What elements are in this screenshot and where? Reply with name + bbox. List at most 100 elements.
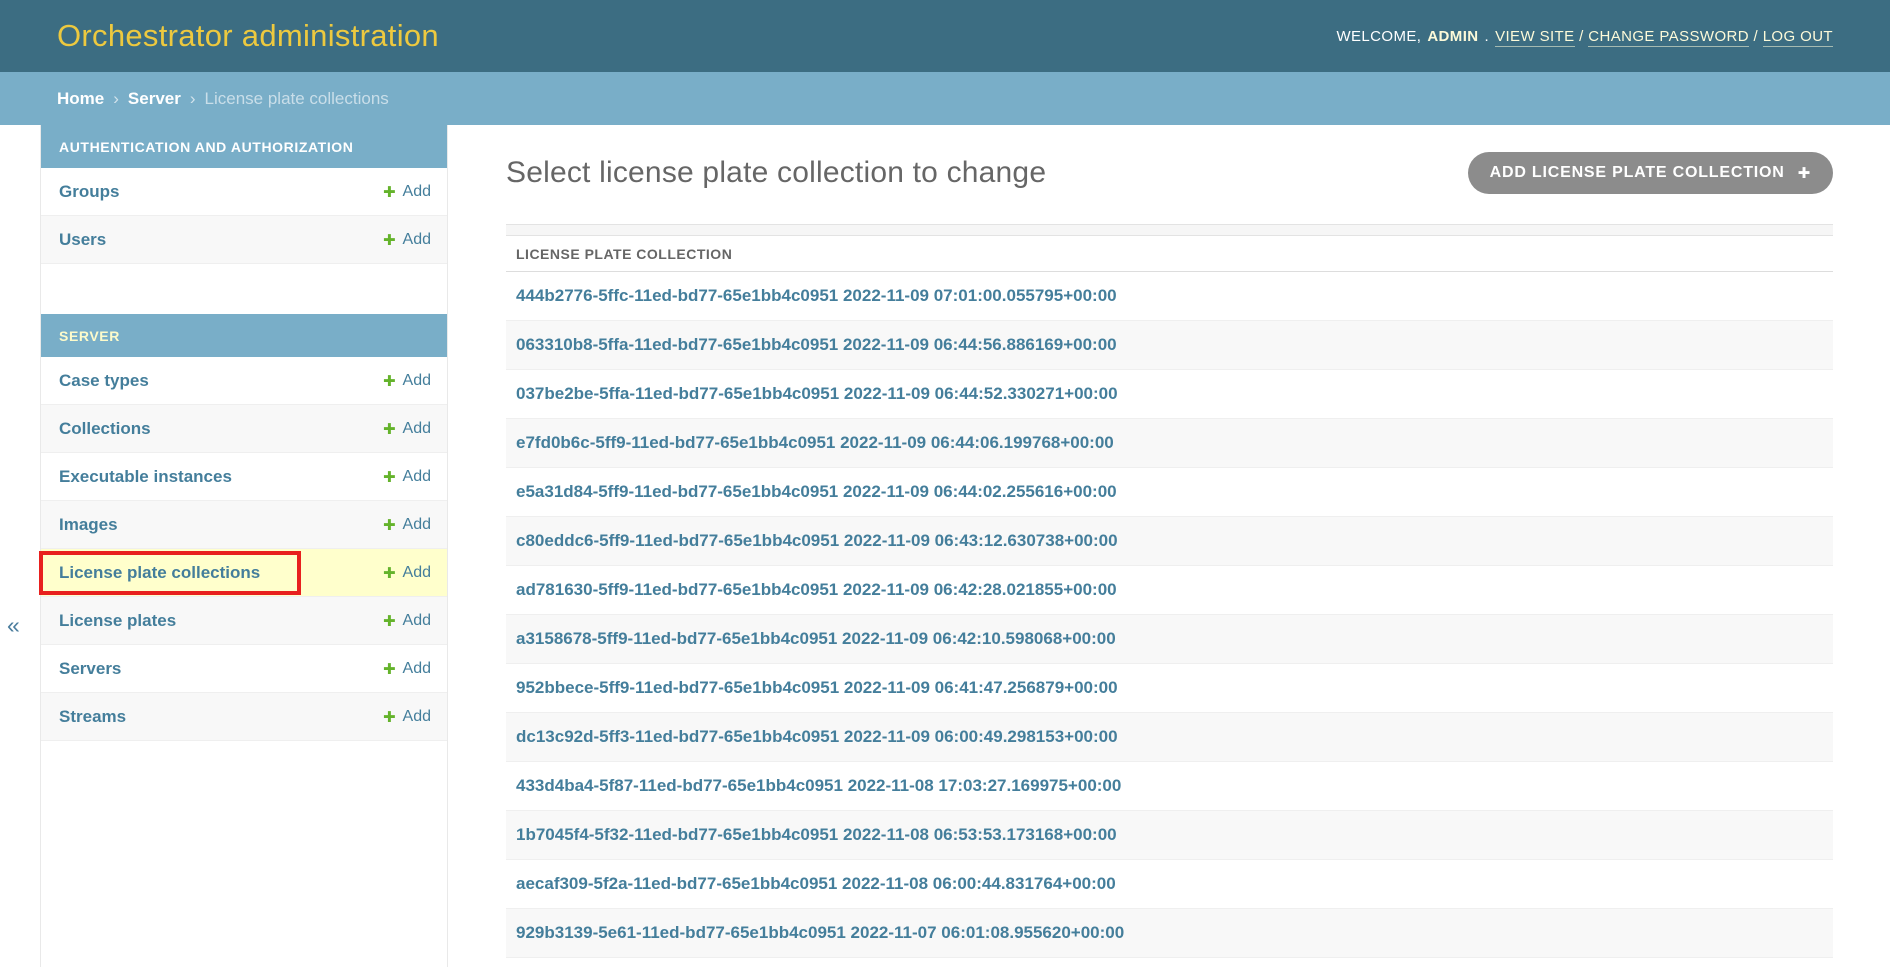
sidebar-model-link-groups[interactable]: Groups <box>59 182 119 202</box>
user-tools-link-change-password[interactable]: CHANGE PASSWORD <box>1588 28 1749 47</box>
add-license-plates-link[interactable]: ✚ Add <box>383 612 431 630</box>
site-title: Orchestrator administration <box>57 18 439 54</box>
add-servers-link[interactable]: ✚ Add <box>383 660 431 678</box>
breadcrumb-link[interactable]: Server <box>128 89 181 109</box>
sidebar-item-servers: Servers ✚ Add <box>41 645 447 693</box>
user-tools-separator: / <box>1575 28 1589 45</box>
column-header: LICENSE PLATE COLLECTION <box>506 236 1833 272</box>
add-case-types-link[interactable]: ✚ Add <box>383 372 431 390</box>
user-tools-link-view-site[interactable]: VIEW SITE <box>1495 28 1574 47</box>
add-license-plate-collections-link[interactable]: ✚ Add <box>383 564 431 582</box>
collection-link[interactable]: 444b2776-5ffc-11ed-bd77-65e1bb4c0951 202… <box>516 286 1117 306</box>
collection-link[interactable]: e7fd0b6c-5ff9-11ed-bd77-65e1bb4c0951 202… <box>516 433 1114 453</box>
table-row: e7fd0b6c-5ff9-11ed-bd77-65e1bb4c0951 202… <box>506 419 1833 468</box>
sidebar-item-users: Users ✚ Add <box>41 216 447 264</box>
sidebar-item-images: Images ✚ Add <box>41 501 447 549</box>
table-row: e5a31d84-5ff9-11ed-bd77-65e1bb4c0951 202… <box>506 468 1833 517</box>
breadcrumb-current: License plate collections <box>205 89 389 109</box>
sidebar-model-link-executable-instances[interactable]: Executable instances <box>59 467 232 487</box>
breadcrumb-separator: › <box>113 89 119 109</box>
collection-link[interactable]: 952bbece-5ff9-11ed-bd77-65e1bb4c0951 202… <box>516 678 1118 698</box>
add-collections-link[interactable]: ✚ Add <box>383 420 431 438</box>
breadcrumb-link[interactable]: Home <box>57 89 104 109</box>
table-row: 952bbece-5ff9-11ed-bd77-65e1bb4c0951 202… <box>506 664 1833 713</box>
table-row: c80eddc6-5ff9-11ed-bd77-65e1bb4c0951 202… <box>506 517 1833 566</box>
sidebar-model-link-images[interactable]: Images <box>59 515 118 535</box>
collection-link[interactable]: a3158678-5ff9-11ed-bd77-65e1bb4c0951 202… <box>516 629 1116 649</box>
sidebar: AUTHENTICATION AND AUTHORIZATION Groups … <box>40 125 448 967</box>
plus-icon: ✚ <box>383 564 396 582</box>
add-groups-link[interactable]: ✚ Add <box>383 183 431 201</box>
plus-icon: ✚ <box>383 516 396 534</box>
add-users-link[interactable]: ✚ Add <box>383 231 431 249</box>
collection-link[interactable]: 063310b8-5ffa-11ed-bd77-65e1bb4c0951 202… <box>516 335 1117 355</box>
plus-icon: ✚ <box>383 612 396 630</box>
sidebar-model-link-case-types[interactable]: Case types <box>59 371 149 391</box>
sidebar-item-case-types: Case types ✚ Add <box>41 357 447 405</box>
table-row: 444b2776-5ffc-11ed-bd77-65e1bb4c0951 202… <box>506 272 1833 321</box>
table-row: aecaf309-5f2a-11ed-bd77-65e1bb4c0951 202… <box>506 860 1833 909</box>
add-label: Add <box>403 420 431 438</box>
results-table: LICENSE PLATE COLLECTION 444b2776-5ffc-1… <box>506 236 1833 958</box>
page-title: Select license plate collection to chang… <box>506 156 1046 190</box>
collection-link[interactable]: c80eddc6-5ff9-11ed-bd77-65e1bb4c0951 202… <box>516 531 1118 551</box>
add-executable-instances-link[interactable]: ✚ Add <box>383 468 431 486</box>
collection-link[interactable]: 037be2be-5ffa-11ed-bd77-65e1bb4c0951 202… <box>516 384 1118 404</box>
breadcrumb: Home › Server › License plate collections <box>0 72 1890 125</box>
add-label: Add <box>403 516 431 534</box>
sidebar-model-link-license-plates[interactable]: License plates <box>59 611 176 631</box>
add-label: Add <box>403 183 431 201</box>
collection-link[interactable]: e5a31d84-5ff9-11ed-bd77-65e1bb4c0951 202… <box>516 482 1117 502</box>
add-label: Add <box>403 612 431 630</box>
add-label: Add <box>403 372 431 390</box>
collection-link[interactable]: ad781630-5ff9-11ed-bd77-65e1bb4c0951 202… <box>516 580 1117 600</box>
add-label: Add <box>403 468 431 486</box>
add-label: Add <box>403 231 431 249</box>
add-button-label: ADD LICENSE PLATE COLLECTION <box>1490 164 1785 182</box>
user-tools-link-log-out[interactable]: LOG OUT <box>1763 28 1833 47</box>
table-row: 929b3139-5e61-11ed-bd77-65e1bb4c0951 202… <box>506 909 1833 958</box>
collection-link[interactable]: 433d4ba4-5f87-11ed-bd77-65e1bb4c0951 202… <box>516 776 1121 796</box>
breadcrumb-separator: › <box>190 89 196 109</box>
user-tools-separator: / <box>1749 28 1763 45</box>
sidebar-item-collections: Collections ✚ Add <box>41 405 447 453</box>
plus-icon: ✚ <box>383 468 396 486</box>
add-label: Add <box>403 708 431 726</box>
collection-link[interactable]: 929b3139-5e61-11ed-bd77-65e1bb4c0951 202… <box>516 923 1124 943</box>
sidebar-item-license-plate-collections: License plate collections ✚ Add <box>41 549 447 597</box>
sidebar-collapse-icon[interactable]: « <box>7 612 20 639</box>
sidebar-section-gap <box>41 264 447 314</box>
user-tools: WELCOME, ADMIN. VIEW SITE / CHANGE PASSW… <box>1336 28 1833 45</box>
table-row: 037be2be-5ffa-11ed-bd77-65e1bb4c0951 202… <box>506 370 1833 419</box>
plus-icon: ✚ <box>383 660 396 678</box>
collection-link[interactable]: dc13c92d-5ff3-11ed-bd77-65e1bb4c0951 202… <box>516 727 1118 747</box>
add-label: Add <box>403 660 431 678</box>
sidebar-item-streams: Streams ✚ Add <box>41 693 447 741</box>
username-suffix: . <box>1485 28 1490 45</box>
sidebar-item-groups: Groups ✚ Add <box>41 168 447 216</box>
table-row: a3158678-5ff9-11ed-bd77-65e1bb4c0951 202… <box>506 615 1833 664</box>
collection-link[interactable]: 1b7045f4-5f32-11ed-bd77-65e1bb4c0951 202… <box>516 825 1117 845</box>
collection-link[interactable]: aecaf309-5f2a-11ed-bd77-65e1bb4c0951 202… <box>516 874 1116 894</box>
table-row: 1b7045f4-5f32-11ed-bd77-65e1bb4c0951 202… <box>506 811 1833 860</box>
sidebar-item-executable-instances: Executable instances ✚ Add <box>41 453 447 501</box>
plus-icon: ✚ <box>383 708 396 726</box>
table-row: 433d4ba4-5f87-11ed-bd77-65e1bb4c0951 202… <box>506 762 1833 811</box>
app-header: Orchestrator administration WELCOME, ADM… <box>0 0 1890 72</box>
username: ADMIN <box>1427 28 1478 45</box>
table-row: 063310b8-5ffa-11ed-bd77-65e1bb4c0951 202… <box>506 321 1833 370</box>
sidebar-model-link-collections[interactable]: Collections <box>59 419 151 439</box>
welcome-text: WELCOME, <box>1336 28 1421 45</box>
add-license-plate-collection-button[interactable]: ADD LICENSE PLATE COLLECTION ✚ <box>1468 152 1833 194</box>
plus-icon: ✚ <box>383 372 396 390</box>
sidebar-model-link-users[interactable]: Users <box>59 230 106 250</box>
plus-icon: ✚ <box>383 183 396 201</box>
plus-icon: ✚ <box>383 231 396 249</box>
sidebar-model-link-license-plate-collections[interactable]: License plate collections <box>59 563 260 583</box>
plus-icon: ✚ <box>1798 164 1811 182</box>
sidebar-model-link-servers[interactable]: Servers <box>59 659 121 679</box>
sidebar-model-link-streams[interactable]: Streams <box>59 707 126 727</box>
add-images-link[interactable]: ✚ Add <box>383 516 431 534</box>
add-streams-link[interactable]: ✚ Add <box>383 708 431 726</box>
main-content: Select license plate collection to chang… <box>448 125 1890 967</box>
